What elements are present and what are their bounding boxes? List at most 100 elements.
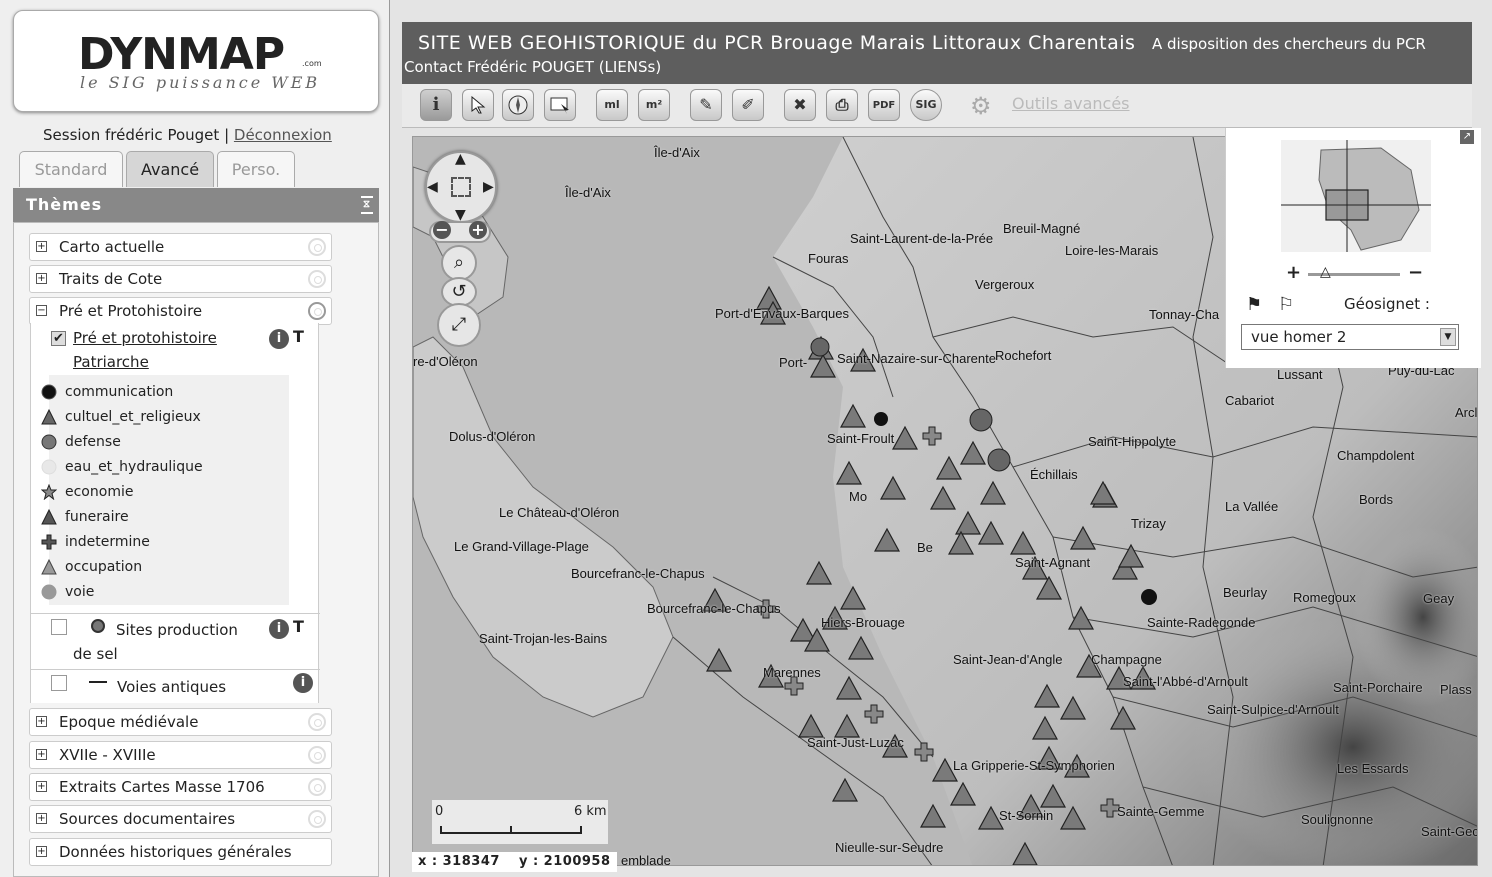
visibility-toggle-icon[interactable] <box>308 778 326 796</box>
visibility-toggle-icon[interactable] <box>308 713 326 731</box>
theme-pre-protohistoire[interactable]: − Pré et Protohistoire <box>29 297 332 325</box>
pan-control[interactable]: ▲ ▼ ◀ ▶ <box>425 151 497 223</box>
scale-tick <box>510 826 512 834</box>
draw-add-button[interactable]: ✎ <box>690 89 722 121</box>
logout-link[interactable]: Déconnexion <box>234 126 332 144</box>
theme-label: XVIIe - XVIIIe <box>59 746 156 764</box>
legend-economie: economie <box>41 481 134 503</box>
flag-add-icon[interactable]: ⚑ <box>1246 294 1262 315</box>
expand-icon[interactable]: + <box>36 241 47 252</box>
fullscreen-button[interactable]: ⤢ <box>437 303 481 347</box>
site-contact: Contact Frédéric POUGET (LIENSs) <box>404 58 662 76</box>
layer-checkbox-checked[interactable]: ✔ <box>51 331 66 346</box>
select-tool-button[interactable] <box>462 89 494 121</box>
zoom-out-icon[interactable]: − <box>433 221 451 239</box>
theme-label: Carto actuelle <box>59 238 165 256</box>
visibility-toggle-icon[interactable] <box>308 302 326 320</box>
map-label: Saint-Agnant <box>1015 555 1091 570</box>
expand-icon[interactable]: + <box>36 749 47 760</box>
triangle-icon <box>41 509 57 525</box>
voies-checkbox[interactable] <box>51 675 67 691</box>
overview-map-drawing <box>1281 140 1431 252</box>
advanced-tools-link[interactable]: Outils avancés <box>1012 94 1130 113</box>
map-label: Saint-Froult <box>827 431 895 446</box>
layer-source[interactable]: Patriarche <box>73 353 149 371</box>
theme-donnees-historiques[interactable]: + Données historiques générales <box>29 838 332 866</box>
legend-label: funeraire <box>65 509 129 525</box>
zoom-rectangle-button[interactable]: ⌕ <box>441 245 477 281</box>
pan-right-icon[interactable]: ▶ <box>483 179 494 195</box>
overview-map[interactable] <box>1281 140 1431 252</box>
excel-export-button[interactable]: ✖ <box>784 89 816 121</box>
overview-zoom-in-icon[interactable]: + <box>1286 262 1301 283</box>
expand-icon[interactable]: + <box>36 716 47 727</box>
map-label: Saint-Laurent-de-la-Prée <box>850 231 994 246</box>
theme-epoque-medievale[interactable]: + Epoque médiévale <box>29 708 332 736</box>
chevron-down-icon[interactable]: ▼ <box>1440 328 1456 346</box>
geosignet-value: vue homer 2 <box>1251 328 1347 346</box>
layer-name[interactable]: Pré et protohistoire <box>73 329 217 347</box>
compass-tool-button[interactable] <box>502 89 534 121</box>
visibility-toggle-icon[interactable] <box>308 810 326 828</box>
label-toggle-icon[interactable]: T <box>293 617 304 636</box>
print-button[interactable]: ⎙ <box>826 89 858 121</box>
pan-left-icon[interactable]: ◀ <box>427 179 438 195</box>
visibility-toggle-icon[interactable] <box>308 238 326 256</box>
expand-icon[interactable]: + <box>36 273 47 284</box>
expand-icon[interactable]: + <box>36 846 47 857</box>
scale-bar: 0 6 km <box>432 800 608 844</box>
collapse-icon[interactable]: ⧖ <box>361 196 373 214</box>
info-icon[interactable]: i <box>269 619 289 639</box>
visibility-toggle-icon[interactable] <box>308 270 326 288</box>
geosignet-select[interactable]: vue homer 2 ▼ <box>1241 324 1459 350</box>
info-icon[interactable]: i <box>269 329 289 349</box>
collapse-icon[interactable]: − <box>36 305 47 316</box>
logo-tagline: le SIG puissance WEB <box>80 73 321 92</box>
flag-remove-icon[interactable]: ⚐ <box>1278 294 1294 315</box>
pan-up-icon[interactable]: ▲ <box>455 151 466 167</box>
session-user: Session frédéric Pouget <box>43 126 220 144</box>
theme-traits-de-cote[interactable]: + Traits de Cote <box>29 265 332 293</box>
legend-label: economie <box>65 484 134 500</box>
excel-icon: ✖ <box>793 95 807 114</box>
full-extent-icon[interactable] <box>451 177 471 197</box>
measure-area-button[interactable]: m² <box>638 89 670 121</box>
expand-corner-icon[interactable]: ↗ <box>1460 130 1474 144</box>
info-icon: i <box>432 94 440 115</box>
expand-icon[interactable]: + <box>36 781 47 792</box>
draw-edit-button[interactable]: ✐ <box>732 89 764 121</box>
expand-icon[interactable]: + <box>36 813 47 824</box>
overview-zoom-thumb[interactable]: △ <box>1320 264 1331 280</box>
tab-standard[interactable]: Standard <box>19 151 123 187</box>
legend-eau: eau_et_hydraulique <box>41 456 203 478</box>
tab-avance[interactable]: Avancé <box>126 151 214 187</box>
sig-button[interactable]: SIG <box>910 89 942 121</box>
map-label: Soulignonne <box>1301 812 1374 827</box>
legend-label: defense <box>65 434 121 450</box>
circle-gray-icon <box>41 584 57 600</box>
map-label: Saint-Hippolyte <box>1088 434 1177 449</box>
overview-zoom-out-icon[interactable]: − <box>1408 262 1423 283</box>
theme-cartes-masse[interactable]: + Extraits Cartes Masse 1706 <box>29 773 332 801</box>
theme-sources-documentaires[interactable]: + Sources documentaires <box>29 805 332 833</box>
theme-xviie-xviiie[interactable]: + XVIIe - XVIIIe <box>29 741 332 769</box>
map-label: Romegoux <box>1293 590 1356 605</box>
zoom-box-tool-button[interactable] <box>544 89 576 121</box>
info-icon[interactable]: i <box>293 673 313 693</box>
visibility-toggle-icon[interactable] <box>308 746 326 764</box>
measure-length-button[interactable]: ml <box>596 89 628 121</box>
info-tool-button[interactable]: i <box>420 89 452 121</box>
zoom-slider[interactable]: − + <box>429 221 491 243</box>
pdf-export-button[interactable]: PDF <box>868 89 900 121</box>
map-label: Dolus-d'Oléron <box>449 429 536 444</box>
tab-perso[interactable]: Perso. <box>217 151 295 187</box>
map-label: Île-d'Aix <box>654 145 700 160</box>
legend-label: occupation <box>65 559 143 575</box>
overview-panel: ↗ + △ − ⚑ ⚐ Géosignet : vue homer 2 ▼ <box>1225 128 1481 368</box>
sel-checkbox[interactable] <box>51 619 67 635</box>
map-label: Bords <box>1359 492 1393 507</box>
zoom-in-icon[interactable]: + <box>469 221 487 239</box>
label-toggle-icon[interactable]: T <box>293 327 304 346</box>
map-label: Vergeroux <box>975 277 1035 292</box>
theme-carto-actuelle[interactable]: + Carto actuelle <box>29 233 332 261</box>
